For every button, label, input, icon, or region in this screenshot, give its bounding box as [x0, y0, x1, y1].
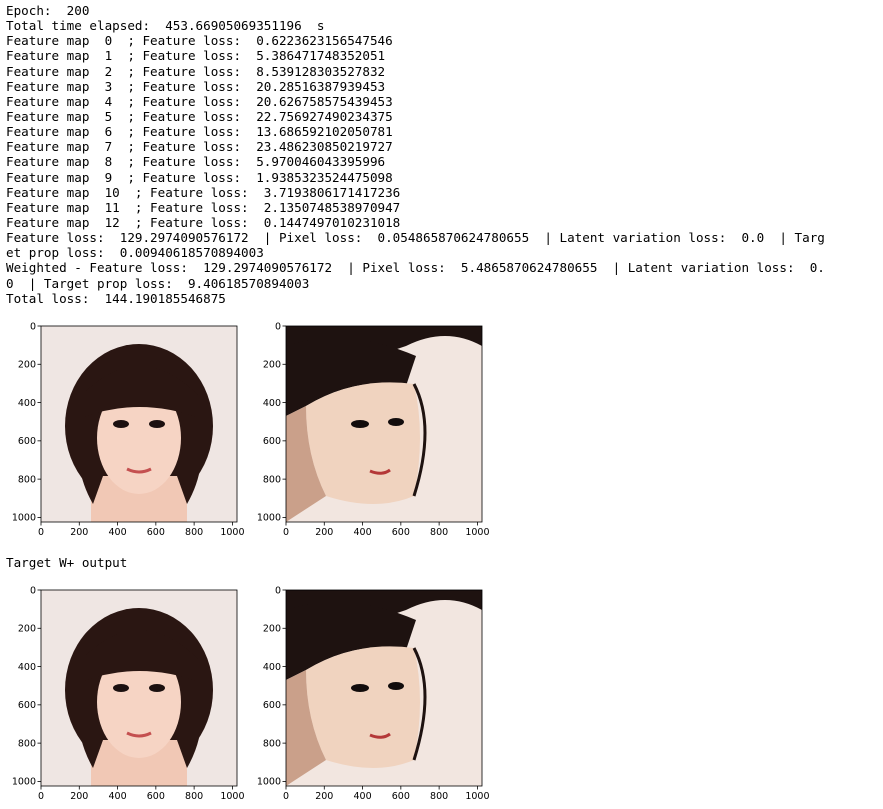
x-tick-label: 1000 [465, 527, 489, 538]
y-tick-label: 200 [18, 360, 36, 371]
log-line: Feature map 3 ; Feature loss: 20.2851638… [6, 78, 386, 94]
x-tick-label: 200 [315, 791, 333, 802]
log-line: Feature map 12 ; Feature loss: 0.1447497… [6, 214, 401, 230]
portrait-image [41, 326, 237, 522]
y-tick-label: 1000 [12, 777, 36, 788]
x-tick-label: 1000 [220, 791, 244, 802]
y-tick-label: 200 [263, 360, 281, 371]
log-line: Epoch: 200 [6, 3, 90, 18]
log-line: Feature map 5 ; Feature loss: 22.7569274… [6, 108, 393, 124]
x-tick-label: 0 [283, 791, 289, 802]
log-line: Feature map 4 ; Feature loss: 20.6267585… [6, 93, 393, 109]
log-line: Feature map 9 ; Feature loss: 1.93853235… [6, 169, 393, 185]
x-tick-label: 1000 [220, 527, 244, 538]
log-line: Feature map 7 ; Feature loss: 23.4862308… [6, 139, 393, 155]
x-tick-label: 0 [283, 527, 289, 538]
y-tick-label: 1000 [257, 777, 281, 788]
portrait-image [286, 590, 482, 786]
y-tick-label: 600 [18, 700, 36, 711]
y-tick-label: 400 [18, 662, 36, 673]
x-tick-label: 600 [392, 527, 410, 538]
portrait-image [41, 590, 237, 786]
log-line: Feature map 11 ; Feature loss: 2.1350748… [6, 199, 401, 215]
y-tick-label: 800 [263, 738, 281, 749]
x-tick-label: 0 [38, 791, 44, 802]
y-tick-label: 600 [263, 700, 281, 711]
x-tick-label: 0 [38, 527, 44, 538]
log-line: Feature map 10 ; Feature loss: 3.7193806… [6, 184, 401, 200]
x-tick-label: 800 [185, 791, 203, 802]
log-line: Feature map 0 ; Feature loss: 0.62236231… [6, 33, 393, 49]
y-tick-label: 0 [275, 321, 281, 332]
x-tick-label: 800 [430, 527, 448, 538]
y-tick-label: 800 [18, 738, 36, 749]
y-tick-label: 400 [263, 662, 281, 673]
x-tick-label: 200 [70, 527, 88, 538]
x-tick-label: 200 [315, 527, 333, 538]
x-tick-label: 600 [392, 791, 410, 802]
portrait-image [286, 326, 482, 522]
x-tick-label: 400 [108, 791, 126, 802]
x-tick-label: 400 [108, 527, 126, 538]
y-tick-label: 200 [18, 624, 36, 635]
y-tick-label: 0 [30, 321, 36, 332]
y-tick-label: 600 [263, 436, 281, 447]
y-tick-label: 0 [30, 585, 36, 596]
y-tick-label: 400 [18, 398, 36, 409]
output-caption: Target W+ output [6, 555, 128, 570]
y-tick-label: 200 [263, 624, 281, 635]
log-line: Weighted - Feature loss: 129.29740905761… [6, 260, 825, 276]
log-line: Feature loss: 129.2974090576172 | Pixel … [6, 230, 825, 246]
log-line: Total time elapsed: 453.66905069351196 s [6, 18, 325, 34]
output-log: Epoch: 200 Total time elapsed: 453.669050… [6, 3, 825, 306]
x-tick-label: 400 [353, 527, 371, 538]
log-line: Feature map 2 ; Feature loss: 8.53912830… [6, 63, 386, 79]
x-tick-label: 600 [147, 527, 165, 538]
y-tick-label: 600 [18, 436, 36, 447]
x-tick-label: 1000 [465, 791, 489, 802]
y-tick-label: 0 [275, 585, 281, 596]
x-tick-label: 600 [147, 791, 165, 802]
y-tick-label: 1000 [12, 513, 36, 524]
image-plot-2: 0 200 400 600 800 1000 0 200 400 600 800 1000 [245, 320, 490, 542]
x-tick-label: 400 [353, 791, 371, 802]
y-tick-label: 1000 [257, 513, 281, 524]
x-tick-label: 800 [185, 527, 203, 538]
x-tick-label: 800 [430, 791, 448, 802]
log-line: Total loss: 144.190185546875 [6, 290, 226, 306]
log-line: Feature map 1 ; Feature loss: 5.38647174… [6, 48, 386, 64]
y-tick-label: 400 [263, 398, 281, 409]
log-line: Feature map 6 ; Feature loss: 13.6865921… [6, 124, 393, 140]
image-plot-4: 0 200 400 600 800 1000 0 200 400 600 800 1000 [245, 584, 490, 806]
y-tick-label: 800 [263, 474, 281, 485]
x-tick-label: 200 [70, 791, 88, 802]
log-line: et prop loss: 0.00940618570894003 [6, 245, 264, 261]
image-plot-1: 0 200 400 600 800 1000 0 200 400 600 800 1000 [0, 320, 245, 542]
log-line: 0 | Target prop loss: 9.40618570894003 [6, 275, 310, 291]
y-tick-label: 800 [18, 474, 36, 485]
log-line: Feature map 8 ; Feature loss: 5.97004604… [6, 154, 386, 170]
image-plot-3: 0 200 400 600 800 1000 0 200 400 600 800 1000 [0, 584, 245, 806]
